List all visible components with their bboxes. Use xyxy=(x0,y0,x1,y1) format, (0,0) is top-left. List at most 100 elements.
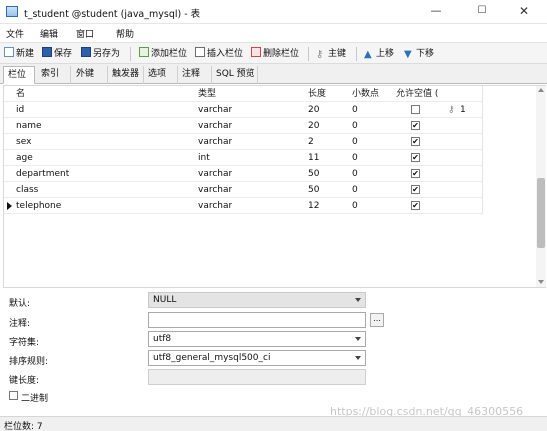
charset-select[interactable]: utf8 xyxy=(148,331,366,347)
delete-field-icon xyxy=(251,47,261,57)
tab-triggers[interactable]: 触发器 xyxy=(108,66,144,84)
tab-indexes[interactable]: 索引 xyxy=(37,66,71,84)
move-up-button[interactable]: ▲ 上移 xyxy=(364,46,394,62)
primary-key-button[interactable]: ⚷ 主键 xyxy=(316,46,346,62)
default-label: 默认: xyxy=(9,299,31,309)
nullable-checkbox[interactable]: ✔ xyxy=(411,121,420,130)
header-type[interactable]: 类型 xyxy=(198,86,216,102)
nullable-checkbox[interactable]: ✔ xyxy=(411,201,420,210)
scroll-up-icon[interactable] xyxy=(538,88,544,92)
field-decimals-cell[interactable]: 0 xyxy=(352,198,358,214)
tab-options[interactable]: 选项 xyxy=(144,66,178,84)
add-field-button[interactable]: 添加栏位 xyxy=(139,46,187,62)
menu-window[interactable]: 窗口 xyxy=(76,27,94,40)
nullable-checkbox[interactable] xyxy=(411,105,420,114)
header-decimals[interactable]: 小数点 xyxy=(352,86,379,102)
collation-label: 排序规则: xyxy=(9,357,49,367)
scrollbar-thumb[interactable] xyxy=(537,178,545,248)
table-row[interactable]: name varchar 20 0 ✔ xyxy=(4,118,482,134)
key-length-label: 键长度: xyxy=(9,376,40,386)
scroll-down-icon[interactable] xyxy=(538,280,544,284)
collation-select[interactable]: utf8_general_mysql500_ci xyxy=(148,350,366,366)
tab-sql-preview[interactable]: SQL 预览 xyxy=(212,66,258,84)
field-decimals-cell[interactable]: 0 xyxy=(352,166,358,182)
field-type-cell[interactable]: varchar xyxy=(198,182,232,198)
field-decimals-cell[interactable]: 0 xyxy=(352,150,358,166)
field-type-cell[interactable]: varchar xyxy=(198,102,232,118)
insert-field-button[interactable]: 插入栏位 xyxy=(195,46,243,62)
close-button[interactable]: ✕ xyxy=(501,0,547,24)
maximize-button[interactable]: ☐ xyxy=(459,0,505,24)
field-length-cell[interactable]: 50 xyxy=(308,182,319,198)
tab-foreign-keys[interactable]: 外键 xyxy=(72,66,108,84)
key-icon: ⚷ xyxy=(448,105,455,115)
field-decimals-cell[interactable]: 0 xyxy=(352,102,358,118)
field-decimals-cell[interactable]: 0 xyxy=(352,182,358,198)
charset-label: 字符集: xyxy=(9,338,40,348)
menu-edit[interactable]: 编辑 xyxy=(40,27,58,40)
menu-file[interactable]: 文件 xyxy=(6,27,24,40)
delete-field-button[interactable]: 删除栏位 xyxy=(251,46,299,62)
field-type-cell[interactable]: varchar xyxy=(198,198,232,214)
field-name-cell[interactable]: telephone xyxy=(16,198,61,214)
table-row-selected[interactable]: telephone varchar 12 0 ✔ xyxy=(4,198,482,214)
field-length-cell[interactable]: 11 xyxy=(308,150,319,166)
field-length-cell[interactable]: 12 xyxy=(308,198,319,214)
key-icon: ⚷ xyxy=(316,49,324,60)
field-type-cell[interactable]: varchar xyxy=(198,166,232,182)
field-name-cell[interactable]: class xyxy=(16,182,38,198)
grid-header-row: 名 类型 长度 小数点 允许空值 ( xyxy=(4,86,482,102)
field-name-cell[interactable]: sex xyxy=(16,134,31,150)
minimize-button[interactable]: — xyxy=(413,0,459,24)
field-length-cell[interactable]: 50 xyxy=(308,166,319,182)
table-row[interactable]: sex varchar 2 0 ✔ xyxy=(4,134,482,150)
tab-fields[interactable]: 栏位 xyxy=(3,66,35,84)
toolbar-separator xyxy=(356,47,357,61)
field-type-cell[interactable]: varchar xyxy=(198,134,232,150)
field-type-cell[interactable]: varchar xyxy=(198,118,232,134)
header-length[interactable]: 长度 xyxy=(308,86,326,102)
binary-label: 二进制 xyxy=(21,394,49,404)
tab-comment[interactable]: 注释 xyxy=(178,66,212,84)
default-select[interactable]: NULL xyxy=(148,292,366,308)
tab-strip: 栏位 索引 外键 触发器 选项 注释 SQL 预览 xyxy=(0,64,547,84)
key-length-field xyxy=(148,369,366,385)
chevron-down-icon xyxy=(355,298,361,302)
field-decimals-cell[interactable]: 0 xyxy=(352,118,358,134)
field-decimals-cell[interactable]: 0 xyxy=(352,134,358,150)
save-button[interactable]: 保存 xyxy=(42,46,72,62)
field-name-cell[interactable]: age xyxy=(16,150,33,166)
new-button[interactable]: 新建 xyxy=(4,46,34,62)
field-name-cell[interactable]: name xyxy=(16,118,42,134)
header-name[interactable]: 名 xyxy=(16,86,25,102)
field-name-cell[interactable]: department xyxy=(16,166,69,182)
nullable-checkbox[interactable]: ✔ xyxy=(411,169,420,178)
field-length-cell[interactable]: 2 xyxy=(308,134,314,150)
table-row[interactable]: department varchar 50 0 ✔ xyxy=(4,166,482,182)
grid-vertical-scrollbar[interactable] xyxy=(536,86,546,287)
menu-help[interactable]: 帮助 xyxy=(116,27,134,40)
comment-ellipsis-button[interactable]: ... xyxy=(370,313,384,327)
menu-bar: 文件 编辑 窗口 帮助 xyxy=(0,24,547,42)
table-row[interactable]: id varchar 20 0 ⚷ 1 xyxy=(4,102,482,118)
field-length-cell[interactable]: 20 xyxy=(308,118,319,134)
field-length-cell[interactable]: 20 xyxy=(308,102,319,118)
table-row[interactable]: age int 11 0 ✔ xyxy=(4,150,482,166)
field-type-cell[interactable]: int xyxy=(198,150,210,166)
nullable-checkbox[interactable]: ✔ xyxy=(411,137,420,146)
chevron-down-icon xyxy=(355,356,361,360)
save-as-button[interactable]: 另存为 xyxy=(81,46,120,62)
table-row[interactable]: class varchar 50 0 ✔ xyxy=(4,182,482,198)
toolbar-separator xyxy=(130,47,131,61)
field-name-cell[interactable]: id xyxy=(16,102,24,118)
nullable-checkbox[interactable]: ✔ xyxy=(411,153,420,162)
header-nullable[interactable]: 允许空值 ( xyxy=(396,86,441,102)
move-down-button[interactable]: ▼ 下移 xyxy=(404,46,434,62)
binary-checkbox[interactable] xyxy=(9,391,18,400)
comment-field[interactable] xyxy=(148,312,366,328)
arrow-down-icon: ▼ xyxy=(404,49,412,60)
nullable-checkbox[interactable]: ✔ xyxy=(411,185,420,194)
status-bar: 栏位数: 7 xyxy=(0,416,547,431)
window-title: t_student @student (java_mysql) - 表 xyxy=(24,9,201,20)
title-bar: t_student @student (java_mysql) - 表 — ☐ … xyxy=(0,0,547,24)
